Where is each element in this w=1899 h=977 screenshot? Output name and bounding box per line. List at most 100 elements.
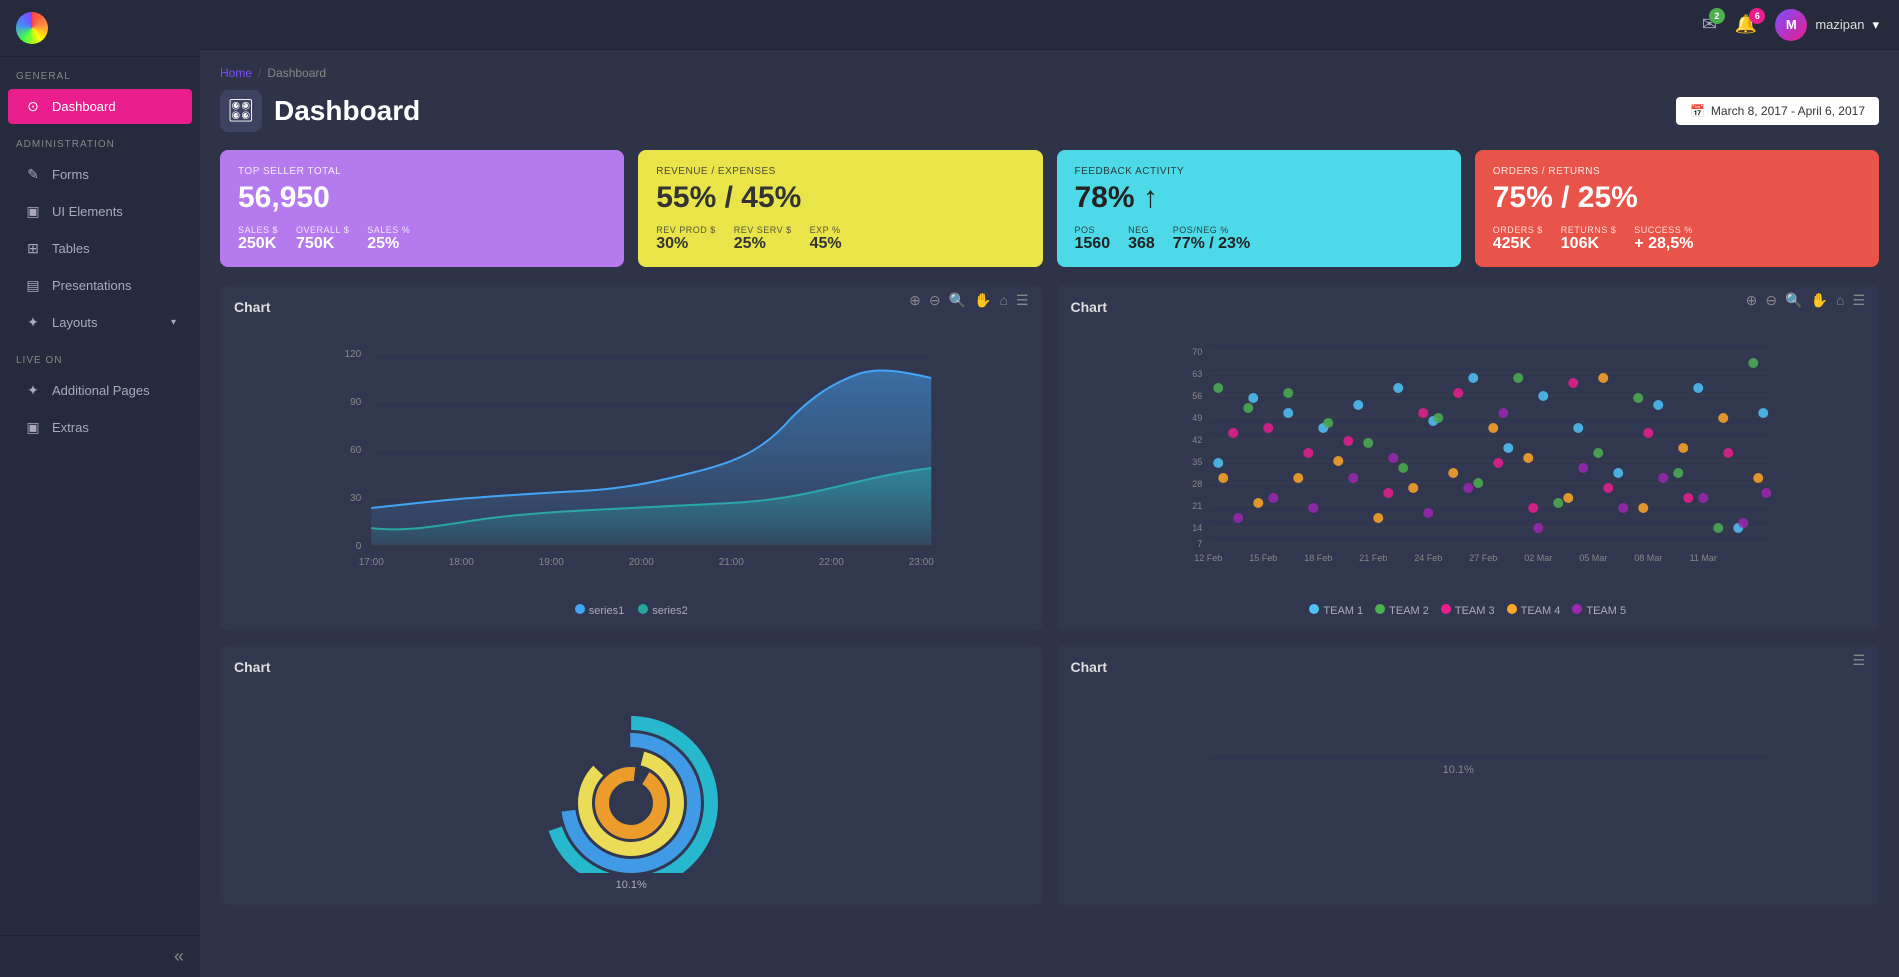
- stat-card-subs: SALES $ 250K OVERALL $ 750K SALES % 25%: [238, 225, 606, 253]
- sidebar-item-label: Additional Pages: [52, 383, 150, 398]
- line-chart-container: 120 90 60 30 0: [234, 333, 1029, 617]
- chevron-down-icon: ▾: [171, 317, 176, 328]
- donut-chart-panel: Chart 10.1%: [220, 645, 1043, 905]
- svg-text:90: 90: [350, 397, 362, 408]
- zoom-out-icon[interactable]: ⊖: [929, 292, 941, 309]
- username-label: mazipan: [1815, 17, 1864, 32]
- svg-text:02 Mar: 02 Mar: [1524, 553, 1552, 563]
- svg-text:21:00: 21:00: [719, 557, 744, 568]
- breadcrumb-current: Dashboard: [267, 66, 326, 80]
- breadcrumb-home[interactable]: Home: [220, 66, 252, 80]
- zoom-in-icon[interactable]: 🔍: [949, 292, 966, 309]
- sidebar-item-additional-pages[interactable]: ✦ Additional Pages: [8, 373, 192, 408]
- date-range-label: March 8, 2017 - April 6, 2017: [1711, 104, 1865, 118]
- sidebar-item-dashboard[interactable]: ⊙ Dashboard: [8, 89, 192, 124]
- svg-text:10.1%: 10.1%: [1442, 764, 1473, 776]
- posneg-value: 77% / 23%: [1173, 235, 1250, 253]
- stat-sub-sales: SALES $ 250K: [238, 225, 278, 253]
- sidebar-item-label: Extras: [52, 420, 89, 435]
- svg-text:70: 70: [1192, 347, 1202, 357]
- stat-card-top-seller: TOP SELLER TOTAL 56,950 SALES $ 250K OVE…: [220, 150, 624, 267]
- stat-card-main-value: 75% / 25%: [1493, 181, 1861, 215]
- svg-text:12 Feb: 12 Feb: [1194, 553, 1222, 563]
- svg-text:08 Mar: 08 Mar: [1634, 553, 1662, 563]
- stat-sub-exppct: EXP % 45%: [810, 225, 842, 253]
- sidebar-item-label: Layouts: [52, 315, 98, 330]
- bottom-right-chart-title: Chart: [1071, 659, 1108, 675]
- svg-text:27 Feb: 27 Feb: [1469, 553, 1497, 563]
- zoom-out-icon[interactable]: ⊖: [1765, 292, 1777, 309]
- pan-icon[interactable]: ✋: [1811, 292, 1828, 309]
- scatter-chart-panel: Chart ⊕ ⊖ 🔍 ✋ ⌂ ☰: [1057, 285, 1880, 631]
- date-range-button[interactable]: 📅 March 8, 2017 - April 6, 2017: [1676, 97, 1879, 125]
- scatter-chart-title: Chart: [1071, 299, 1108, 315]
- page-icon: 🎛: [220, 90, 262, 132]
- sidebar-item-layouts[interactable]: ✦ Layouts ▾: [8, 305, 192, 340]
- svg-text:60: 60: [350, 445, 362, 456]
- topbar: ✉ 2 🔔 6 M mazipan ▾: [200, 0, 1899, 50]
- stat-sub-returns: RETURNS $ 106K: [1561, 225, 1617, 253]
- menu-icon[interactable]: ☰: [1016, 292, 1029, 309]
- svg-text:35: 35: [1192, 457, 1202, 467]
- svg-text:05 Mar: 05 Mar: [1579, 553, 1607, 563]
- sidebar-item-tables[interactable]: ⊞ Tables: [8, 231, 192, 266]
- home-icon[interactable]: ⌂: [1836, 292, 1844, 309]
- legend-team2: TEAM 2: [1375, 604, 1429, 617]
- stat-card-subs: REV PROD $ 30% REV SERV $ 25% EXP % 45%: [656, 225, 1024, 253]
- donut-percent-label: 10.1%: [616, 879, 647, 891]
- bottom-right-chart-toolbar: ☰: [1852, 652, 1865, 669]
- menu-icon[interactable]: ☰: [1852, 652, 1865, 669]
- page-header: 🎛 Dashboard 📅 March 8, 2017 - April 6, 2…: [220, 90, 1879, 132]
- legend-team5: TEAM 5: [1572, 604, 1626, 617]
- svg-text:63: 63: [1192, 369, 1202, 379]
- stat-sub-orders: ORDERS $ 425K: [1493, 225, 1543, 253]
- svg-text:28: 28: [1192, 479, 1202, 489]
- sidebar-section-general: GENERAL: [0, 57, 200, 88]
- legend-team4: TEAM 4: [1507, 604, 1561, 617]
- layouts-icon: ✦: [24, 314, 42, 331]
- stat-sub-revserv: REV SERV $ 25%: [734, 225, 792, 253]
- sidebar-collapse-button[interactable]: «: [174, 946, 184, 967]
- legend-team1: TEAM 1: [1309, 604, 1363, 617]
- bell-icon-wrap[interactable]: 🔔 6: [1735, 14, 1757, 35]
- sidebar-item-forms[interactable]: ✎ Forms: [8, 157, 192, 192]
- sidebar-item-label: Dashboard: [52, 99, 116, 114]
- stat-card-revenue: REVENUE / EXPENSES 55% / 45% REV PROD $ …: [638, 150, 1042, 267]
- svg-text:19:00: 19:00: [539, 557, 564, 568]
- stat-card-label: TOP SELLER TOTAL: [238, 166, 606, 177]
- home-icon[interactable]: ⌂: [999, 292, 1007, 309]
- donut-chart-container: 10.1%: [234, 693, 1029, 891]
- legend-team3: TEAM 3: [1441, 604, 1495, 617]
- zoom-in-icon[interactable]: 🔍: [1785, 292, 1802, 309]
- line-chart-svg: 120 90 60 30 0: [234, 333, 1029, 593]
- stat-card-feedback: FEEDBACK ACTIVITY 78% ↑ POS 1560 NEG 368…: [1057, 150, 1461, 267]
- sidebar-item-extras[interactable]: ▣ Extras: [8, 410, 192, 445]
- dashboard-icon: ⊙: [24, 98, 42, 115]
- page-title-wrap: 🎛 Dashboard: [220, 90, 420, 132]
- logo-icon: [16, 12, 48, 44]
- user-avatar-wrap[interactable]: M mazipan ▾: [1775, 9, 1879, 41]
- page-title: Dashboard: [274, 95, 420, 127]
- svg-text:18 Feb: 18 Feb: [1304, 553, 1332, 563]
- legend-series2: series2: [638, 604, 687, 617]
- extras-icon: ▣: [24, 419, 42, 436]
- pan-icon[interactable]: ✋: [974, 292, 991, 309]
- sidebar-item-ui-elements[interactable]: ▣ UI Elements: [8, 194, 192, 229]
- stat-card-label: REVENUE / EXPENSES: [656, 166, 1024, 177]
- line-chart-legend: series1 series2: [234, 604, 1029, 617]
- svg-text:20:00: 20:00: [629, 557, 654, 568]
- menu-icon[interactable]: ☰: [1852, 292, 1865, 309]
- zoom-reset-icon[interactable]: ⊕: [1746, 292, 1758, 309]
- svg-text:120: 120: [345, 349, 362, 360]
- stat-sub-posnegpct: POS/NEG % 77% / 23%: [1173, 225, 1250, 253]
- svg-text:23:00: 23:00: [909, 557, 934, 568]
- bottom-right-chart-container: 10.1%: [1071, 693, 1866, 816]
- charts-row-bottom: Chart 10.1%: [220, 645, 1879, 905]
- stat-card-main-value: 56,950: [238, 181, 606, 215]
- sidebar-item-presentations[interactable]: ▤ Presentations: [8, 268, 192, 303]
- mail-icon-wrap[interactable]: ✉ 2: [1702, 14, 1717, 35]
- zoom-reset-icon[interactable]: ⊕: [909, 292, 921, 309]
- svg-text:24 Feb: 24 Feb: [1414, 553, 1442, 563]
- stat-sub-revprod: REV PROD $ 30%: [656, 225, 716, 253]
- svg-text:21: 21: [1192, 501, 1202, 511]
